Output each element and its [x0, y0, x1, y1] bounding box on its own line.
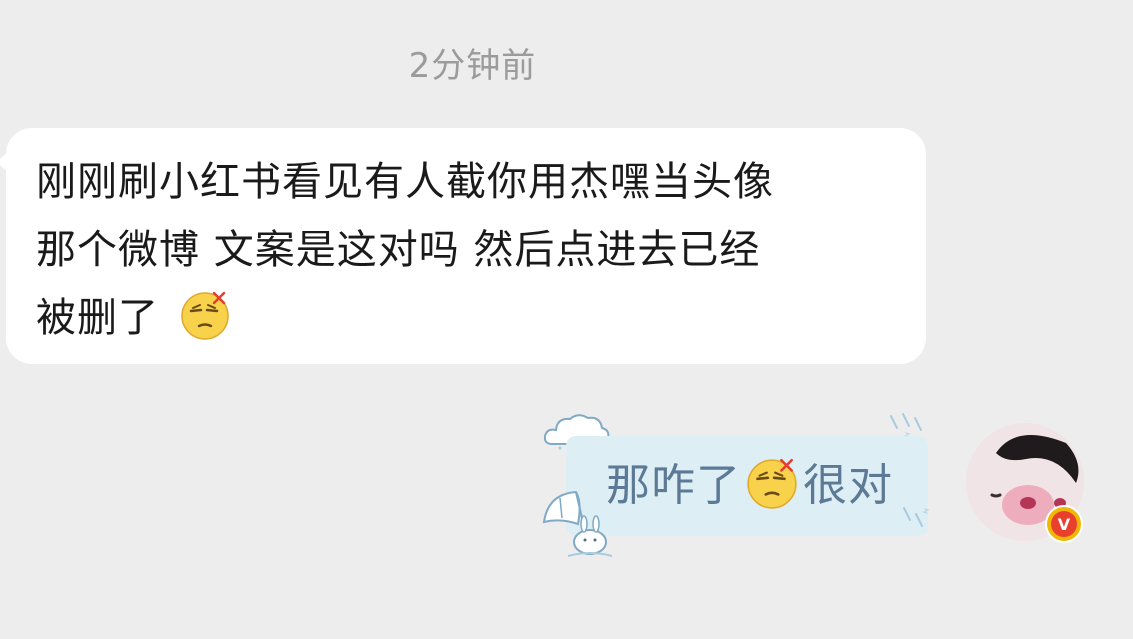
- verified-v-badge-icon: V: [1045, 505, 1083, 543]
- smirk-angry-emoji-icon: [180, 291, 229, 340]
- incoming-message-line-last: 被删了: [36, 284, 906, 352]
- incoming-message-bubble[interactable]: 刚刚刷小红书看见有人截你用杰嘿当头像 那个微博 文案是这对吗 然后点进去已经 被…: [0, 128, 926, 364]
- rain-streaks-bottom-icon: [903, 507, 930, 527]
- message-timestamp: 2分钟前: [408, 46, 537, 86]
- incoming-message-line: 刚刚刷小红书看见有人截你用杰嘿当头像: [36, 159, 774, 205]
- outgoing-text-after: 很对: [803, 460, 893, 511]
- smirk-angry-emoji-icon: [747, 458, 797, 509]
- outgoing-message-text: 那咋了 很对: [606, 450, 893, 522]
- outgoing-message-bubble[interactable]: 那咋了 很对: [538, 408, 938, 558]
- incoming-message-text: 刚刚刷小红书看见有人截你用杰嘿当头像 那个微博 文案是这对吗 然后点进去已经 被…: [36, 148, 906, 352]
- outgoing-text-before: 那咋了: [606, 460, 741, 511]
- badge-letter: V: [1058, 515, 1071, 534]
- incoming-message-line: 那个微博 文案是这对吗 然后点进去已经: [36, 227, 761, 273]
- incoming-message-line-text: 被删了: [36, 295, 159, 341]
